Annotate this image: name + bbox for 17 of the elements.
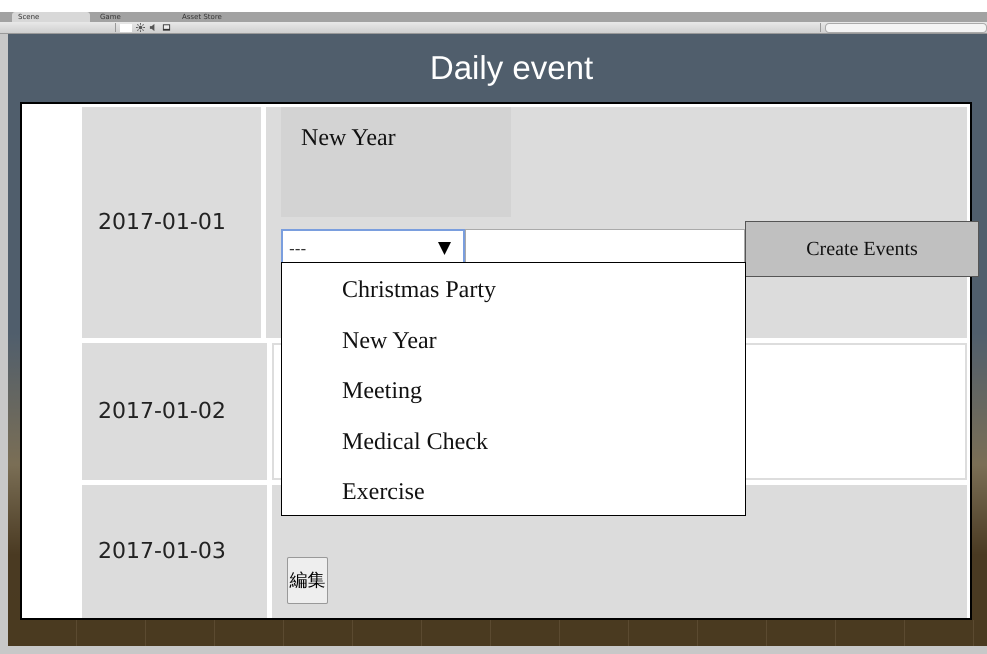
date-cell: 2017-01-03 — [82, 484, 267, 618]
image-icon[interactable] — [162, 23, 171, 32]
dropdown-option[interactable]: Medical Check — [282, 426, 745, 477]
page-title: Daily event — [428, 48, 594, 88]
edit-button[interactable]: 編集 — [287, 556, 328, 604]
event-label: New Year — [281, 107, 511, 217]
dropdown-option[interactable]: Exercise — [282, 477, 745, 528]
date-cell: 2017-01-02 — [82, 343, 267, 480]
create-events-button[interactable]: Create Events — [745, 221, 979, 277]
dropdown-option[interactable]: Meeting — [282, 376, 745, 426]
dropdown-option[interactable]: Christmas Party — [282, 275, 745, 326]
date-cell: 2017-01-01 — [82, 107, 261, 338]
dropdown-option[interactable]: New Year — [282, 326, 745, 376]
search-field[interactable] — [825, 22, 987, 32]
2d-toggle-icon[interactable] — [120, 24, 132, 32]
caret-icon — [438, 240, 451, 256]
light-icon[interactable] — [136, 23, 145, 32]
